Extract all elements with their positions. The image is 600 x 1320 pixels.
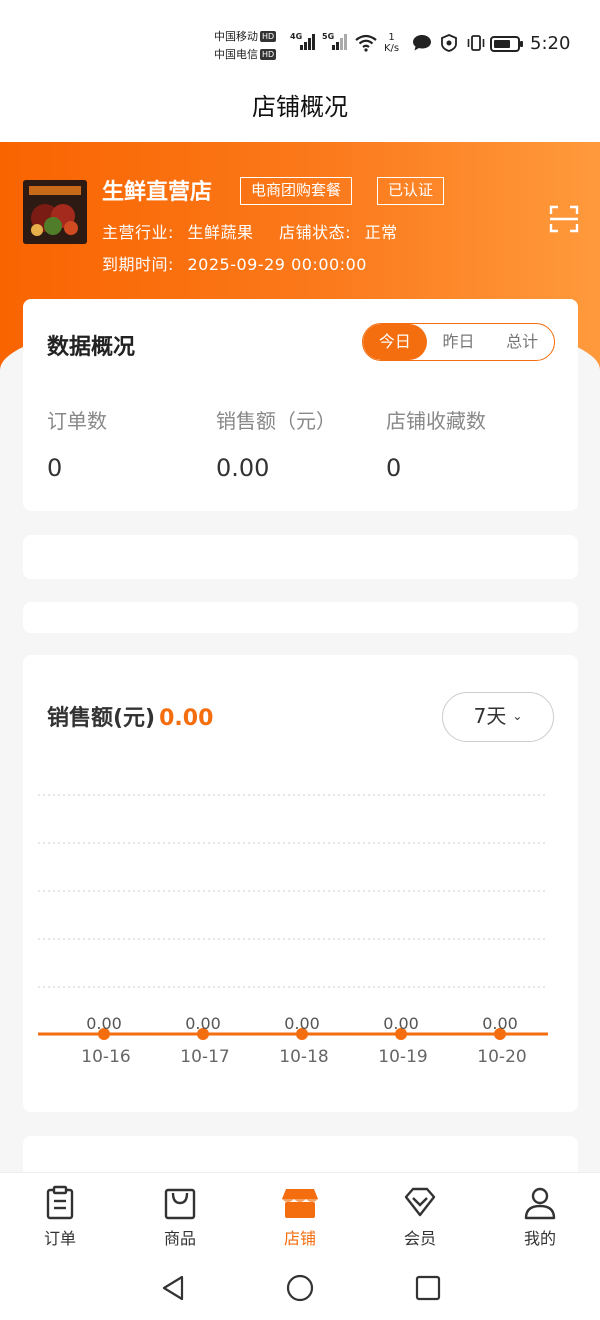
person-icon — [524, 1187, 556, 1220]
stat-label: 订单数 — [47, 409, 107, 433]
system-navigation-bar — [0, 1254, 600, 1320]
carrier-2: 中国电信 — [214, 48, 258, 61]
stat-value: 0.00 — [216, 454, 270, 482]
partial-card — [23, 1136, 578, 1176]
stat-label: 店铺收藏数 — [386, 409, 486, 433]
tab-label: 我的 — [523, 1229, 556, 1248]
stat-favorites: 店铺收藏数 0 — [386, 405, 486, 482]
x-tick-label: 10-16 — [81, 1047, 130, 1067]
period-switch: 今日 昨日 总计 — [362, 323, 555, 361]
shield-app-icon — [441, 34, 457, 52]
data-label: 0.00 — [383, 1014, 419, 1033]
x-tick-label: 10-19 — [378, 1047, 427, 1067]
status-bar: 中国移动 HD 中国电信 HD 4G 5G 1 K/s 5:20 — [0, 0, 600, 80]
tab-store[interactable]: 店铺 — [260, 1185, 340, 1249]
shopping-bag-icon — [164, 1188, 196, 1220]
plan-badge: 电商团购套餐 — [240, 177, 353, 205]
overview-card: 数据概况 今日 昨日 总计 订单数 0 销售额（元） 0.00 店铺收藏数 0 — [23, 299, 578, 511]
tab-members[interactable]: 会员 — [380, 1185, 460, 1249]
tab-label: 订单 — [43, 1229, 76, 1248]
tab-label: 会员 — [403, 1229, 436, 1248]
tab-mine[interactable]: 我的 — [500, 1185, 580, 1249]
network-speed: 1 K/s — [384, 32, 400, 54]
vibrate-icon — [467, 35, 485, 51]
stat-value: 0 — [47, 454, 63, 482]
data-label: 0.00 — [482, 1014, 518, 1033]
diamond-icon — [404, 1187, 436, 1217]
clock: 5:20 — [530, 33, 571, 54]
carrier-1: 中国移动 — [214, 30, 258, 43]
data-label: 0.00 — [185, 1014, 221, 1033]
verified-badge: 已认证 — [377, 177, 445, 205]
store-icon — [282, 1189, 318, 1218]
tab-yesterday[interactable]: 昨日 — [427, 324, 491, 360]
x-tick-label: 10-18 — [279, 1047, 328, 1067]
x-tick-label: 10-20 — [477, 1047, 526, 1067]
stat-value: 0 — [386, 454, 402, 482]
stat-orders: 订单数 0 — [47, 405, 107, 482]
overview-title: 数据概况 — [47, 335, 136, 360]
wifi-icon — [355, 34, 377, 52]
hd-badge: HD — [260, 49, 277, 60]
sales-total: 0.00 — [159, 706, 214, 731]
x-tick-label: 10-17 — [180, 1047, 229, 1067]
bottom-tab-bar: 订单 商品 店铺 会员 我的 — [0, 1172, 600, 1254]
shop-industry: 主营行业: 生鲜蔬果 店铺状态: 正常 — [102, 223, 398, 242]
tab-today[interactable]: 今日 — [363, 324, 427, 360]
shop-logo[interactable] — [23, 180, 87, 244]
empty-card — [23, 535, 578, 579]
back-icon[interactable] — [160, 1274, 186, 1302]
tab-total[interactable]: 总计 — [490, 324, 554, 360]
home-icon[interactable] — [286, 1274, 314, 1302]
tab-label: 店铺 — [283, 1229, 316, 1248]
tab-orders[interactable]: 订单 — [20, 1185, 100, 1249]
hd-badge: HD — [260, 31, 277, 42]
battery-icon — [490, 36, 523, 52]
recent-apps-icon[interactable] — [415, 1275, 441, 1301]
stat-label: 销售额（元） — [216, 409, 336, 433]
sales-title: 销售额(元) 0.00 — [47, 706, 214, 731]
carrier-info: 中国移动 HD 中国电信 HD — [214, 28, 277, 64]
sales-line-chart: 0.00 10-16 0.00 10-17 0.00 10-18 0.00 10-19 0.00… — [38, 794, 548, 1067]
clipboard-icon — [46, 1185, 74, 1220]
tab-label: 商品 — [163, 1229, 196, 1248]
stat-sales: 销售额（元） 0.00 — [216, 405, 336, 482]
shop-name: 生鲜直营店 — [102, 180, 213, 205]
data-label: 0.00 — [284, 1014, 320, 1033]
range-dropdown[interactable]: 7天 ⌄ — [442, 692, 554, 742]
shop-expiry: 到期时间: 2025-09-29 00:00:00 — [102, 255, 367, 274]
shop-logo-image — [23, 180, 87, 244]
scan-icon[interactable] — [549, 205, 579, 233]
chat-bubble-icon — [413, 35, 431, 51]
tab-products[interactable]: 商品 — [140, 1185, 220, 1249]
data-label: 0.00 — [86, 1014, 122, 1033]
chevron-down-icon: ⌄ — [512, 709, 523, 723]
empty-card — [23, 602, 578, 633]
page-title: 店铺概况 — [0, 80, 600, 142]
